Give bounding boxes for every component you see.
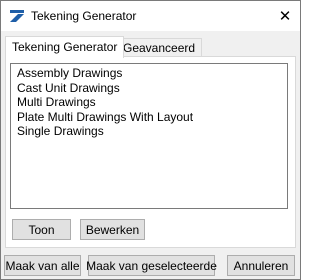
app-logo-icon [10,10,24,22]
list-item[interactable]: Multi Drawings [17,95,287,110]
close-icon: ✕ [278,7,292,25]
dialog-window: Tekening Generator ✕ Tekening Generator … [0,0,301,280]
make-all-button[interactable]: Maak van alle [4,255,81,276]
tab-geavanceerd[interactable]: Geavanceerd [116,38,203,57]
list-item[interactable]: Single Drawings [17,124,287,139]
window-title: Tekening Generator [31,9,137,23]
drawing-type-list[interactable]: Assembly Drawings Cast Unit Drawings Mul… [10,63,288,209]
tab-panel: Assembly Drawings Cast Unit Drawings Mul… [5,56,296,248]
close-button[interactable]: ✕ [270,1,300,31]
title-bar[interactable]: Tekening Generator ✕ [1,1,300,31]
list-item[interactable]: Plate Multi Drawings With Layout [17,110,287,125]
cancel-button[interactable]: Annuleren [227,255,295,276]
show-button[interactable]: Toon [12,219,71,240]
list-item[interactable]: Cast Unit Drawings [17,81,287,96]
list-item[interactable]: Assembly Drawings [17,66,287,81]
tab-strip: Tekening Generator Geavanceerd [5,36,297,58]
edit-button[interactable]: Bewerken [80,219,145,240]
tab-tekening-generator[interactable]: Tekening Generator [5,36,125,58]
make-selected-button[interactable]: Maak van geselecteerde [86,255,217,276]
